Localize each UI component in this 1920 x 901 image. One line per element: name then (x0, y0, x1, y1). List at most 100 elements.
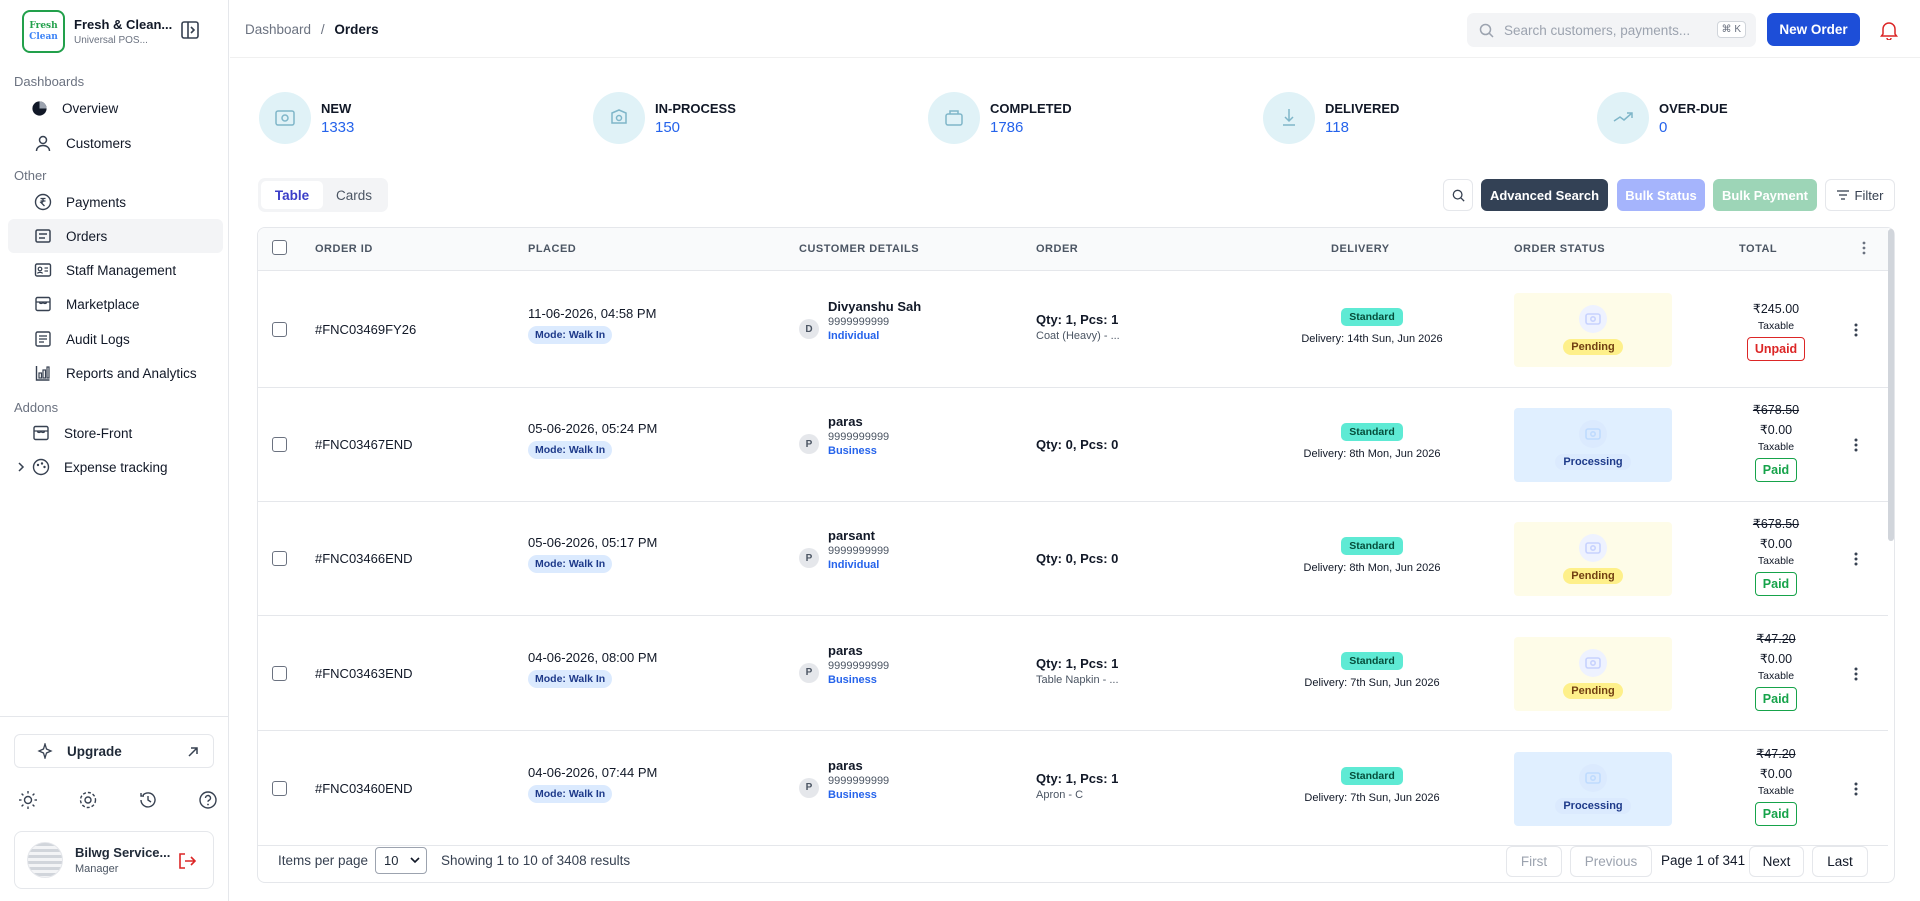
payment-badge[interactable]: Paid (1754, 801, 1798, 826)
order-id[interactable]: #FNC03467END (315, 437, 413, 452)
order-status[interactable]: Pending (1514, 522, 1672, 596)
stat-over-due[interactable]: OVER-DUE 0 (1597, 92, 1728, 144)
order-status[interactable]: Processing (1514, 751, 1672, 826)
gear-icon[interactable] (78, 790, 98, 810)
select-all-checkbox[interactable] (272, 240, 287, 255)
table-row[interactable]: #FNC03469FY26 11-06-2026, 04:58 PM Mode: W… (258, 272, 1888, 388)
col-order-id[interactable]: ORDER ID (315, 243, 373, 255)
stat-in-process[interactable]: IN-PROCESS 150 (593, 92, 736, 144)
sidebar-item-store-front[interactable]: Store-Front (8, 416, 223, 450)
row-checkbox[interactable] (272, 665, 287, 681)
mode-badge: Mode: Walk In (528, 441, 613, 459)
status-label: Processing (1555, 797, 1631, 814)
chevron-right-icon[interactable] (16, 461, 26, 473)
sidebar-collapse-icon[interactable] (180, 20, 200, 40)
total-amount: ₹0.00 (1759, 766, 1793, 781)
advanced-search-button[interactable]: Advanced Search (1481, 179, 1608, 211)
row-checkbox[interactable] (272, 780, 287, 796)
sidebar-item-staff-management[interactable]: Staff Management (8, 253, 223, 287)
table-scrollbar[interactable] (1888, 229, 1894, 541)
payment-badge[interactable]: Paid (1754, 458, 1798, 482)
order-status[interactable]: Pending (1514, 293, 1672, 367)
pending-icon (1579, 648, 1607, 677)
col-order[interactable]: ORDER (1036, 243, 1078, 255)
items-per-page-select[interactable]: 10 (375, 847, 427, 874)
total-amount: ₹245.00 (1752, 302, 1800, 316)
mode-badge: Mode: Walk In (528, 669, 613, 688)
filter-button[interactable]: Filter (1825, 179, 1895, 211)
payment-badge[interactable]: Paid (1754, 572, 1798, 596)
col-placed[interactable]: PLACED (528, 243, 576, 255)
stat-completed[interactable]: COMPLETED 1786 (928, 92, 1072, 144)
sidebar-item-customers[interactable]: Customers (8, 126, 223, 160)
history-icon[interactable] (138, 790, 158, 810)
table-row[interactable]: #FNC03460END 04-06-2026, 07:44 PM Mode: Wa… (258, 731, 1888, 846)
new-order-button[interactable]: New Order (1767, 13, 1860, 46)
next-page-button[interactable]: Next (1749, 846, 1804, 877)
sun-icon[interactable] (18, 790, 38, 810)
last-page-button[interactable]: Last (1812, 846, 1868, 877)
order-id[interactable]: #FNC03469FY26 (315, 322, 416, 337)
tab-table[interactable]: Table (261, 181, 323, 209)
brand-name: Fresh & Clean... (74, 17, 173, 32)
customer-cell[interactable]: D Divyanshu Sah 9999999999 Individual (799, 299, 979, 342)
table-row[interactable]: #FNC03466END 05-06-2026, 05:17 PM Mode: Wa… (258, 502, 1888, 616)
column-menu-icon[interactable] (1862, 240, 1866, 256)
col-order-status[interactable]: ORDER STATUS (1514, 243, 1605, 255)
breadcrumb-dashboard[interactable]: Dashboard (245, 22, 311, 37)
table-search-button[interactable] (1443, 179, 1473, 211)
sidebar-item-overview[interactable]: Overview (8, 91, 223, 125)
row-checkbox[interactable] (272, 437, 287, 452)
bell-icon[interactable] (1880, 20, 1898, 40)
order-id[interactable]: #FNC03466END (315, 551, 413, 566)
first-page-button[interactable]: First (1506, 846, 1562, 877)
sidebar-item-reports[interactable]: Reports and Analytics (8, 356, 223, 390)
previous-page-button[interactable]: Previous (1570, 846, 1652, 877)
customer-cell[interactable]: Pparas 9999999999 Business (799, 643, 979, 686)
row-menu-icon[interactable] (1854, 666, 1858, 682)
tab-cards[interactable]: Cards (323, 181, 385, 209)
user-card[interactable]: Bilwg Service... Manager (14, 831, 214, 889)
sidebar-item-audit-logs[interactable]: Audit Logs (8, 322, 223, 356)
sidebar-quick-actions (18, 790, 218, 810)
sidebar-item-payments[interactable]: Payments (8, 185, 223, 219)
sidebar-item-orders[interactable]: Orders (8, 219, 223, 253)
order-status[interactable]: Pending (1514, 636, 1672, 711)
sidebar-item-expense-tracking[interactable]: Expense tracking (8, 450, 223, 484)
row-menu-icon[interactable] (1854, 322, 1858, 338)
total-amount: ₹0.00 (1759, 651, 1793, 666)
row-menu-icon[interactable] (1854, 781, 1858, 797)
order-id[interactable]: #FNC03460END (315, 781, 413, 796)
placed-date: 11-06-2026, 04:58 PM (528, 306, 657, 321)
search-input[interactable]: Search customers, payments... ⌘ K (1467, 13, 1756, 47)
help-icon[interactable] (198, 790, 218, 810)
order-status[interactable]: Processing (1514, 408, 1672, 482)
payment-badge[interactable]: Unpaid (1746, 337, 1806, 361)
upgrade-button[interactable]: Upgrade (14, 734, 214, 768)
col-total[interactable]: TOTAL (1739, 243, 1777, 255)
row-menu-icon[interactable] (1854, 551, 1858, 567)
bulk-payment-button[interactable]: Bulk Payment (1713, 179, 1817, 211)
order-id[interactable]: #FNC03463END (315, 666, 413, 681)
user-role: Manager (75, 863, 119, 875)
sidebar-item-marketplace[interactable]: Marketplace (8, 287, 223, 321)
payment-badge[interactable]: Paid (1754, 686, 1798, 711)
customer-cell[interactable]: Pparas 9999999999 Business (799, 414, 979, 457)
placed-date: 04-06-2026, 08:00 PM (528, 649, 658, 665)
stat-new[interactable]: NEW 1333 (259, 92, 354, 144)
col-customer[interactable]: CUSTOMER DETAILS (799, 243, 919, 255)
table-row[interactable]: #FNC03467END 05-06-2026, 05:24 PM Mode: Wa… (258, 388, 1888, 502)
row-checkbox[interactable] (272, 322, 287, 337)
table-row[interactable]: #FNC03463END 04-06-2026, 08:00 PM Mode: Wa… (258, 616, 1888, 731)
customer-cell[interactable]: Pparsant 9999999999 Individual (799, 528, 979, 571)
brand[interactable]: Fresh Clean Fresh & Clean... Universal P… (22, 10, 174, 53)
customer-cell[interactable]: Pparas 9999999999 Business (799, 758, 979, 801)
col-delivery[interactable]: DELIVERY (1331, 243, 1390, 255)
mode-badge: Mode: Walk In (528, 555, 613, 573)
total-amount: ₹0.00 (1759, 537, 1793, 551)
row-checkbox[interactable] (272, 551, 287, 566)
logout-icon[interactable] (177, 852, 197, 870)
stat-delivered[interactable]: DELIVERED 118 (1263, 92, 1399, 144)
row-menu-icon[interactable] (1854, 437, 1858, 453)
bulk-status-button[interactable]: Bulk Status (1617, 179, 1705, 211)
